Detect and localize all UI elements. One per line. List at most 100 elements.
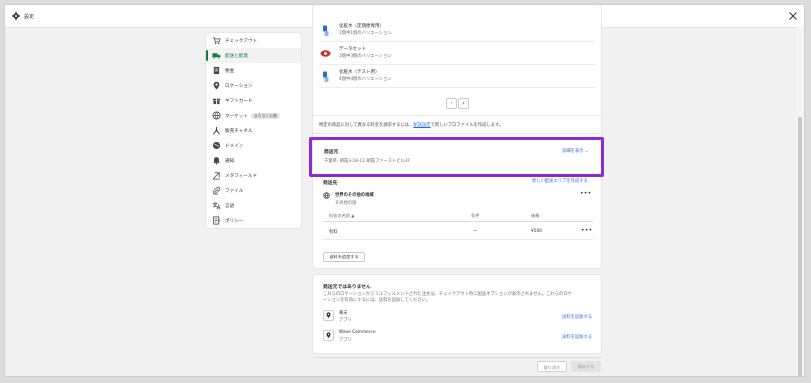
sidebar-item-label: 通知 [225,159,235,164]
rates-table-header: 料金の名前 ▲ 条件 価格 [323,210,593,222]
product-thumbnail [319,70,332,83]
sidebar-item-label-text: マーケット [225,114,248,120]
globe-icon [212,111,221,120]
close-icon[interactable] [788,11,798,21]
sidebar-item-notifications[interactable]: 通知 [206,153,301,168]
not-ship-from-title: 発送元ではありません [323,285,371,290]
language-icon [212,202,221,210]
channels-icon [212,126,221,135]
sidebar-item-label: メタフィールド [225,174,258,179]
bell-icon [213,157,220,165]
product-variants: 4個中4個のバリエーション [339,77,392,82]
location-name: 楽天 [339,311,348,316]
product-name: 化粧水（定期便専用） [339,24,384,29]
location-pin-icon [323,310,334,321]
scrollbar[interactable] [796,27,804,376]
sidebar-item-label: マーケット まもなく公開 [225,113,280,120]
truck-icon [212,53,221,60]
divider [313,115,601,116]
globe-icon [323,192,330,199]
add-rate-button[interactable]: 送料を追加する [323,252,365,262]
sidebar-item-label: 販売チャネル [225,129,253,134]
cart-icon [212,37,221,45]
note-text-after: で新しいプロファイルを作成します。 [430,123,504,128]
sidebar-item-files[interactable]: ファイル [206,183,301,198]
settings-sidebar: チェックアウト 配送と配達 税金 ロケーション ギフトカード マーケット まもなく… [206,33,301,228]
sidebar-item-label: ロケーション [225,84,253,89]
product-variants: 3個中3個のバリエーション [339,54,392,59]
sort-arrow-icon: ▲ [351,213,355,218]
sidebar-item-markets[interactable]: マーケット まもなく公開 [206,108,301,123]
discard-button[interactable]: 取り消す [537,361,567,372]
shipping-settings-link[interactable]: 配送設定 [413,123,430,128]
save-button[interactable]: 保存する [571,361,601,372]
sidebar-item-label: 税金 [225,69,235,74]
window-title: 設定 [24,14,35,20]
table-row: 有料 — ¥500 ••• [323,225,593,240]
list-item[interactable]: 化粧水（定期便専用） 1個中1個のバリエーション [319,19,595,42]
zone-more-actions-button[interactable]: ••• [580,190,592,197]
list-item[interactable]: データセット 3個中3個のバリエーション [319,42,595,65]
sidebar-item-sales-channels[interactable]: 販売チャネル [206,123,301,138]
location-pin-icon [323,330,334,341]
sidebar-item-label: 配送と配達 [225,54,248,59]
rate-more-actions-button[interactable]: ••• [581,227,593,234]
sidebar-item-policies[interactable]: ポリシー [206,213,301,228]
prev-page-button[interactable]: ‹ [446,98,457,109]
highlight-annotation [309,137,604,177]
divider [313,133,601,134]
add-rate-link[interactable]: 送料を追加する [562,314,592,320]
gift-icon [212,98,221,105]
sidebar-item-label: ギフトカード [225,99,253,104]
rate-condition: — [473,229,478,234]
policy-doc-icon [212,216,221,225]
footer-divider [313,357,601,358]
location-sub: アプリ [339,338,352,343]
zone-name: 世界のその他の地域 [335,193,374,198]
sidebar-item-gift-cards[interactable]: ギフトカード [206,93,301,108]
scrollbar-thumb[interactable] [798,117,802,376]
product-thumbnail [319,24,332,37]
create-zone-link[interactable]: 新しい配送エリアを作成する [532,178,588,184]
settings-window: 設定 チェックアウト 配送と配達 税金 ロケーション ギフトカード マーケットま [4,4,805,377]
note-text: 特定の商品に対して異なる料金を請求するには、 [319,123,414,128]
gear-icon [12,12,20,20]
sidebar-item-metafields[interactable]: メタフィールド [206,168,301,183]
sidebar-item-label: ポリシー [225,219,244,224]
sidebar-item-taxes[interactable]: 税金 [206,63,301,78]
location-sub: アプリ [339,318,352,323]
not-ship-from-card: 発送元ではありません これらのロケーションからフルフィルメントされた注文は、チェ… [313,275,601,353]
rate-price: ¥500 [531,229,542,234]
product-variants: 1個中1個のバリエーション [339,31,392,36]
not-ship-from-desc-2: ーションを有効にするには、送料を追加してください。 [323,298,431,303]
metafield-icon [212,172,221,180]
sidebar-item-domains[interactable]: ドメイン [206,138,301,153]
globe-alt-icon [212,141,221,150]
sidebar-item-locations[interactable]: ロケーション [206,78,301,93]
custom-rates-note: 特定の商品に対して異なる料金を請求するには、配送設定で新しいプロファイルを作成し… [319,122,503,128]
column-header-price: 価格 [531,213,540,218]
column-header-name[interactable]: 料金の名前 ▲ [329,213,355,219]
sidebar-item-shipping[interactable]: 配送と配達 [206,48,301,63]
location-pin-icon [213,81,220,90]
status-badge: まもなく公開 [250,113,280,119]
zone-sub: その他の国 [335,201,357,206]
product-name: 化粧水（テスト用） [339,70,380,75]
sidebar-item-label: 言語 [225,204,235,209]
list-item[interactable]: 化粧水（テスト用） 4個中4個のバリエーション [319,65,595,88]
next-page-button[interactable]: › [458,98,469,109]
product-name: データセット [339,47,366,52]
column-header-condition: 条件 [471,213,480,218]
tax-receipt-icon [213,66,220,75]
sidebar-item-checkout[interactable]: チェックアウト [206,33,301,48]
location-name: Wave Commerce [339,330,376,335]
sidebar-item-label: ドメイン [225,144,244,149]
paperclip-icon [212,186,221,195]
sidebar-item-label: ファイル [225,189,244,194]
sidebar-item-languages[interactable]: 言語 [206,198,301,213]
sidebar-item-label: チェックアウト [225,39,258,44]
ship-to-title: 発送先 [323,181,338,186]
product-thumbnail [319,47,332,60]
rate-name: 有料 [329,230,338,235]
add-rate-link[interactable]: 送料を追加する [562,334,592,340]
